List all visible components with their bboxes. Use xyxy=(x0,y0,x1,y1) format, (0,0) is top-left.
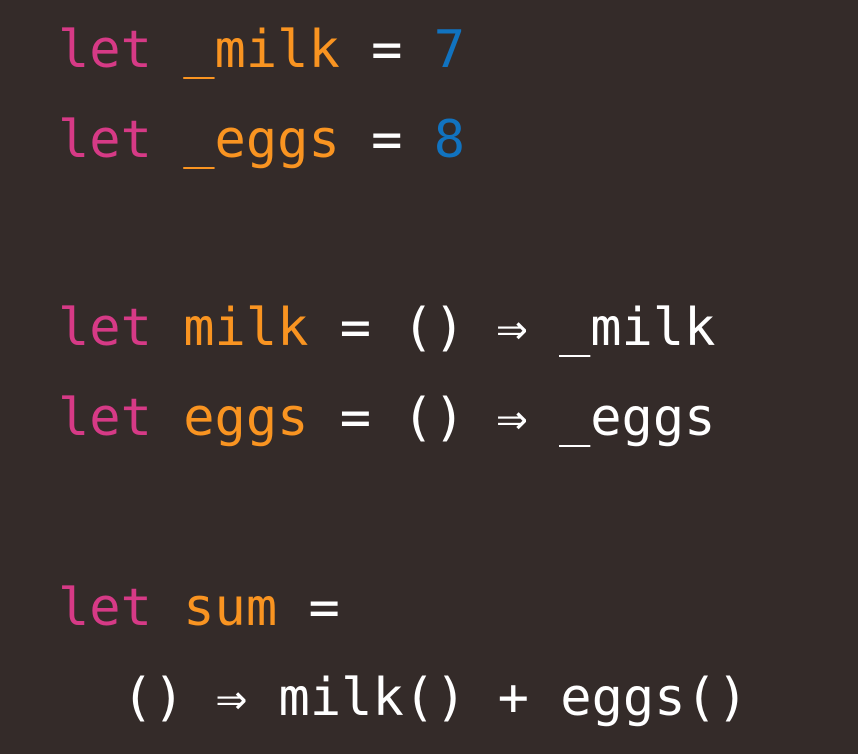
identifier-token: eggs xyxy=(183,388,309,448)
identifier-token: _milk xyxy=(183,20,340,80)
keyword-token: let xyxy=(58,110,152,170)
identifier-token: _eggs xyxy=(183,110,340,170)
keyword-token: let xyxy=(58,298,152,358)
code-line-1: let _milk = 7 xyxy=(58,24,465,84)
number-literal: 7 xyxy=(433,20,466,80)
expression-token: () ⇒ _milk xyxy=(402,298,716,358)
keyword-token: let xyxy=(58,20,152,80)
operator-token: = xyxy=(339,388,372,448)
code-line-4: let eggs = () ⇒ _eggs xyxy=(58,392,715,452)
keyword-token: let xyxy=(58,578,152,638)
operator-token: = xyxy=(308,578,340,638)
code-editor: let _milk = 7 let _eggs = 8 let milk = (… xyxy=(0,0,858,754)
operator-token: = xyxy=(371,20,403,80)
number-literal: 8 xyxy=(433,110,466,170)
expression-token: () ⇒ milk() + eggs() xyxy=(122,668,749,728)
keyword-token: let xyxy=(58,388,152,448)
identifier-token: sum xyxy=(183,578,278,638)
code-line-2: let _eggs = 8 xyxy=(58,114,465,174)
code-line-5: let sum = xyxy=(58,582,340,642)
expression-token: () ⇒ _eggs xyxy=(402,388,716,448)
operator-token: = xyxy=(371,110,403,170)
identifier-token: milk xyxy=(183,298,309,358)
operator-token: = xyxy=(339,298,372,358)
code-line-3: let milk = () ⇒ _milk xyxy=(58,302,715,362)
code-line-6: () ⇒ milk() + eggs() xyxy=(122,672,748,732)
